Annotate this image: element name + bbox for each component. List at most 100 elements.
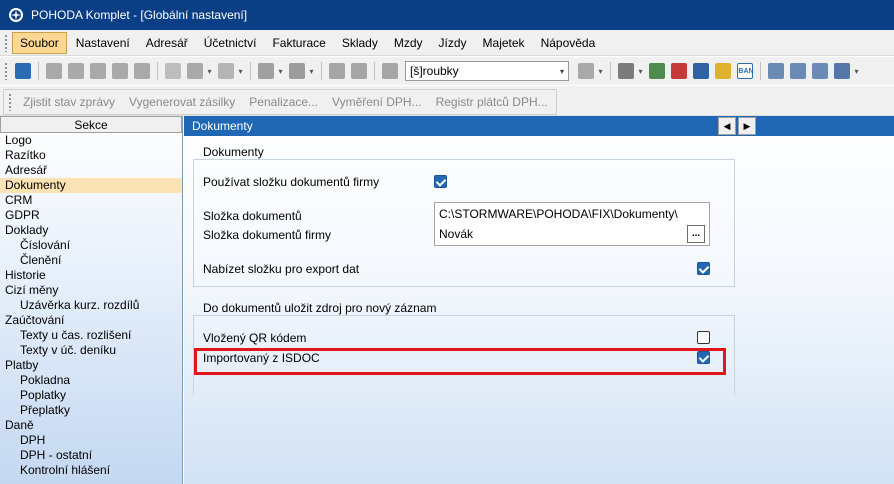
sections-header: Sekce — [0, 116, 182, 133]
section-dph[interactable]: DPH — [0, 433, 182, 448]
export-icon[interactable] — [112, 63, 128, 79]
folder-icon[interactable] — [618, 63, 634, 79]
chevron-down-icon[interactable]: ▾ — [308, 63, 315, 79]
section-razitko[interactable]: Razítko — [0, 148, 182, 163]
section-adresar[interactable]: Adresář — [0, 163, 182, 178]
section-uzaverka-kurz-rozdilu[interactable]: Uzávěrka kurz. rozdílů — [0, 298, 182, 313]
section-logo[interactable]: Logo — [0, 133, 182, 148]
brush-icon[interactable] — [187, 63, 203, 79]
source-group-title: Do dokumentů uložit zdroj pro nový zázna… — [203, 301, 437, 315]
chevron-down-icon[interactable]: ▾ — [237, 63, 244, 79]
vat-assessment-button[interactable]: Vyměření DPH... — [325, 95, 429, 109]
menu-bar: Soubor Nastavení Adresář Účetnictví Fakt… — [0, 30, 894, 56]
toolbar-separator — [760, 62, 761, 80]
search-combo[interactable]: [š]roubky ▾ — [405, 61, 569, 81]
print-preview-icon[interactable] — [90, 63, 106, 79]
settings-icon[interactable] — [289, 63, 305, 79]
toolbar-separator — [374, 62, 375, 80]
menu-fakturace[interactable]: Fakturace — [265, 33, 332, 53]
menu-nastaveni[interactable]: Nastavení — [69, 33, 137, 53]
filter-icon[interactable] — [578, 63, 594, 79]
section-cislovani[interactable]: Číslování — [0, 238, 182, 253]
chevron-down-icon[interactable]: ▾ — [597, 63, 604, 79]
save-icon[interactable] — [134, 63, 150, 79]
menu-napoveda[interactable]: Nápověda — [534, 33, 603, 53]
chevron-down-icon[interactable]: ▾ — [206, 63, 213, 79]
menu-mzdy[interactable]: Mzdy — [387, 33, 430, 53]
penalties-button[interactable]: Penalizace... — [242, 95, 325, 109]
section-dph-ostatni[interactable]: DPH - ostatní — [0, 448, 182, 463]
generate-shipments-button[interactable]: Vygenerovat zásilky — [122, 95, 242, 109]
form-icon[interactable] — [218, 63, 234, 79]
check-message-status-button[interactable]: Zjistit stav zprávy — [16, 95, 122, 109]
chevron-down-icon[interactable]: ▾ — [637, 63, 644, 79]
nav-prev-button[interactable]: ◀ — [718, 117, 736, 135]
section-zauctovani[interactable]: Zaúčtování — [0, 313, 182, 328]
sections-tree: Logo Razítko Adresář Dokumenty CRM GDPR … — [0, 133, 182, 478]
menu-majetek[interactable]: Majetek — [476, 33, 532, 53]
menu-adresar[interactable]: Adresář — [139, 33, 195, 53]
section-cizi-meny[interactable]: Cizí měny — [0, 283, 182, 298]
chevron-down-icon[interactable]: ▾ — [277, 63, 284, 79]
section-poplatky[interactable]: Poplatky — [0, 388, 182, 403]
menu-soubor[interactable]: Soubor — [12, 31, 67, 54]
section-preplatky[interactable]: Přeplatky — [0, 403, 182, 418]
section-historie[interactable]: Historie — [0, 268, 182, 283]
section-gdpr[interactable]: GDPR — [0, 208, 182, 223]
section-doklady[interactable]: Doklady — [0, 223, 182, 238]
print-icon[interactable] — [68, 63, 84, 79]
folder-paths-box[interactable]: C:\STORMWARE\POHODA\FIX\Dokumenty\ Novák… — [434, 202, 710, 246]
panel-title: Dokumenty — [192, 119, 253, 133]
pohoda-app-icon — [9, 8, 23, 22]
chevron-down-icon[interactable]: ▾ — [853, 63, 860, 79]
toolbar-grip[interactable] — [4, 62, 8, 80]
section-platby[interactable]: Platby — [0, 358, 182, 373]
card-icon[interactable] — [790, 63, 806, 79]
calculator-icon[interactable] — [693, 63, 709, 79]
window-icon[interactable] — [768, 63, 784, 79]
copy-icon[interactable] — [46, 63, 62, 79]
nav-next-button[interactable]: ▶ — [738, 117, 756, 135]
contacts-icon[interactable] — [649, 63, 665, 79]
documents-group-title: Dokumenty — [203, 145, 264, 159]
search-combo-value: [š]roubky — [410, 64, 459, 78]
clipboard-icon[interactable] — [382, 63, 398, 79]
blocked-icon[interactable] — [671, 63, 687, 79]
use-company-folder-checkbox[interactable] — [434, 175, 447, 188]
agenda-toolbar-inner: Zjistit stav zprávy Vygenerovat zásilky … — [3, 89, 557, 115]
section-dokumenty[interactable]: Dokumenty — [0, 178, 182, 193]
section-texty-cas-rozliseni[interactable]: Texty u čas. rozlišení — [0, 328, 182, 343]
record-cancel-icon[interactable] — [351, 63, 367, 79]
section-pokladna[interactable]: Pokladna — [0, 373, 182, 388]
menu-ucetnictvi[interactable]: Účetnictví — [197, 33, 264, 53]
section-kontrolni-hlaseni[interactable]: Kontrolní hlášení — [0, 463, 182, 478]
coins-icon[interactable] — [715, 63, 731, 79]
toolbar-separator — [250, 62, 251, 80]
menu-jizdy[interactable]: Jízdy — [432, 33, 474, 53]
section-texty-uc-deniku[interactable]: Texty v úč. deníku — [0, 343, 182, 358]
toolbar-grip[interactable] — [8, 93, 12, 111]
chevron-right-icon: ▶ — [743, 120, 751, 131]
main-toolbar: ▾ ▾ ▾ ▾ [š]roubky ▾ ▾ ▾ IBAN ▾ — [0, 57, 894, 85]
iban-icon[interactable]: IBAN — [736, 63, 754, 79]
chevron-down-icon[interactable]: ▾ — [556, 62, 568, 80]
back-arrow-icon[interactable] — [258, 63, 274, 79]
toolbar-grip[interactable] — [4, 33, 8, 52]
title-bar: POHODA Komplet - [Globální nastavení] — [0, 0, 894, 30]
browse-folder-button[interactable]: ... — [687, 225, 705, 243]
list-icon[interactable] — [812, 63, 828, 79]
section-dane[interactable]: Daně — [0, 418, 182, 433]
exit-icon[interactable] — [15, 63, 31, 79]
menu-sklady[interactable]: Sklady — [335, 33, 385, 53]
record-save-icon[interactable] — [329, 63, 345, 79]
offer-export-folder-label: Nabízet složku pro export dat — [203, 262, 360, 276]
section-cleneni[interactable]: Členění — [0, 253, 182, 268]
offer-export-folder-checkbox[interactable] — [697, 262, 710, 275]
qr-source-checkbox[interactable] — [697, 331, 710, 344]
help-icon[interactable] — [834, 63, 850, 79]
section-crm[interactable]: CRM — [0, 193, 182, 208]
vat-payers-registry-button[interactable]: Registr plátců DPH... — [429, 95, 555, 109]
sections-panel: Sekce Logo Razítko Adresář Dokumenty CRM… — [0, 116, 183, 484]
company-folder-label: Složka dokumentů firmy — [203, 228, 332, 242]
new-document-icon[interactable] — [165, 63, 181, 79]
